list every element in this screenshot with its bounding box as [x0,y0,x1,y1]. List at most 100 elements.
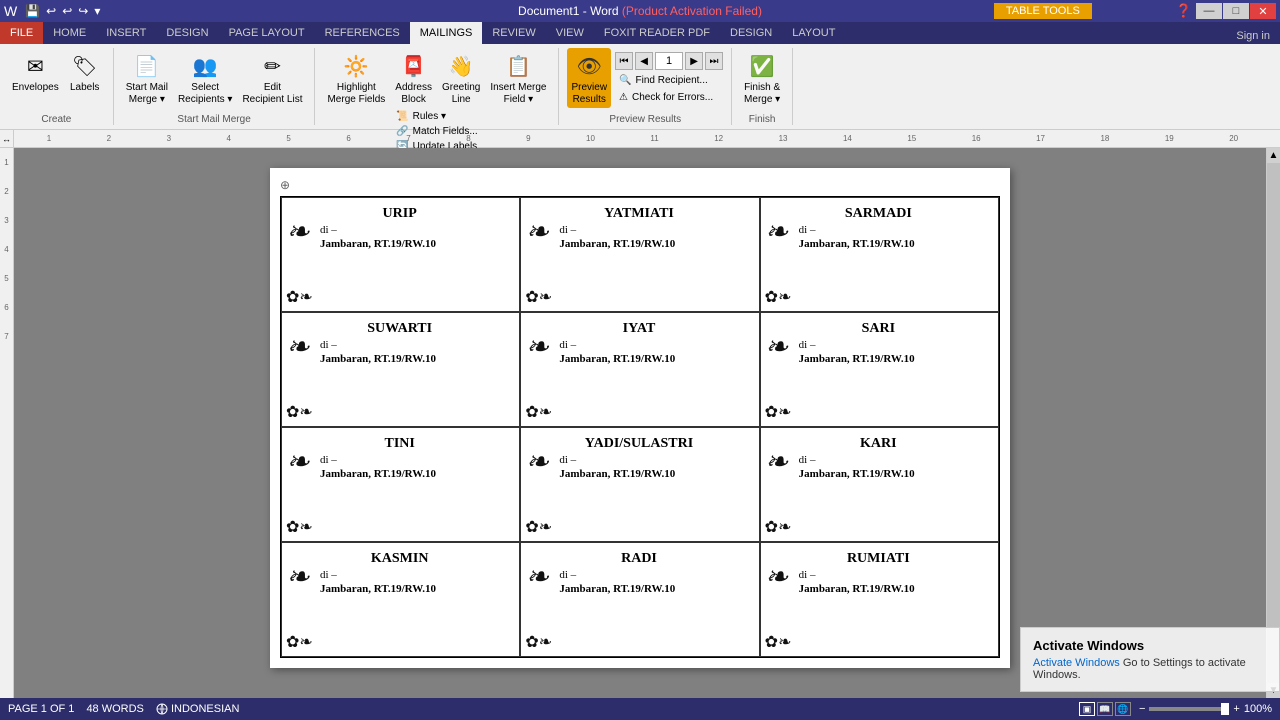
tab-home[interactable]: HOME [43,22,96,44]
view-buttons: ▣ 📖 🌐 [1079,702,1131,716]
finish-merge-button[interactable]: ✅ Finish &Merge ▾ [740,48,784,108]
table-tools-label[interactable]: TABLE TOOLS [994,3,1092,19]
tab-view[interactable]: VIEW [546,22,594,44]
card-address: Jambaran, RT.19/RW.10 [559,468,748,480]
card-floral-bottom: ✿❧ [525,517,552,537]
edit-recipient-list-button[interactable]: ✏ EditRecipient List [238,48,306,108]
resize-handle[interactable]: ⊕ [280,178,1000,192]
insert-merge-field-button[interactable]: 📋 Insert MergeField ▾ [486,48,550,108]
card-floral-top: ❧ [765,333,788,361]
card-di: di – [320,224,509,236]
invitation-card: ❧ RUMIATI di – Jambaran, RT.19/RW.10 ✿❧ [760,542,999,657]
maximize-button[interactable]: □ [1223,3,1249,19]
vertical-ruler: 1234567 [0,148,14,698]
tab-layout[interactable]: LAYOUT [782,22,845,44]
card-address: Jambaran, RT.19/RW.10 [559,583,748,595]
start-merge-label: Start Mail Merge [177,112,250,125]
card-floral-top: ❧ [525,563,548,591]
zoom-controls: − + 100% [1139,703,1272,715]
ribbon-group-write-insert: 🔆 HighlightMerge Fields 📮 AddressBlock 👋… [315,48,559,125]
preview-prev-button[interactable]: ◀ [635,52,653,70]
language-icon [156,703,168,715]
start-mail-merge-button[interactable]: 📄 Start MailMerge ▾ [122,48,172,108]
invitation-card: ❧ SARI di – Jambaran, RT.19/RW.10 ✿❧ [760,312,999,427]
ruler-scrollbar-spacer [1266,130,1280,147]
customize-icon[interactable]: ▾ [92,4,102,18]
print-layout-button[interactable]: ▣ [1079,702,1095,716]
zoom-slider[interactable] [1149,707,1229,711]
card-name: SUWARTI [290,321,509,337]
help-icon[interactable]: ❓ [1176,3,1192,19]
undo-icon[interactable]: ↩ [44,4,58,18]
card-di: di – [559,454,748,466]
highlight-icon: 🔆 [340,50,372,82]
ruler-toggle[interactable]: ↔ [0,130,13,147]
card-floral-top: ❧ [286,563,309,591]
card-name: RUMIATI [769,551,988,567]
preview-first-button[interactable]: ⏮ [615,52,633,70]
address-block-button[interactable]: 📮 AddressBlock [391,48,436,108]
find-recipient-button[interactable]: 🔍 Find Recipient... [615,74,723,87]
invitation-card: ❧ KARI di – Jambaran, RT.19/RW.10 ✿❧ [760,427,999,542]
check-errors-button[interactable]: ⚠ Check for Errors... [615,91,723,104]
card-floral-bottom: ✿❧ [525,632,552,652]
ribbon-group-start-merge: 📄 Start MailMerge ▾ 👥 SelectRecipients ▾… [114,48,316,125]
envelopes-button[interactable]: ✉ Envelopes [8,48,63,96]
create-items: ✉ Envelopes 🏷 Labels [8,48,105,112]
card-di: di – [559,569,748,581]
card-di: di – [799,569,988,581]
tab-mailings[interactable]: MAILINGS [410,22,483,44]
activate-title: Activate Windows [1033,638,1267,653]
invitation-card: ❧ KASMIN di – Jambaran, RT.19/RW.10 ✿❧ [281,542,520,657]
tab-file[interactable]: FILE [0,22,43,44]
tab-insert[interactable]: INSERT [96,22,156,44]
card-name: IYAT [529,321,748,337]
web-layout-button[interactable]: 🌐 [1115,702,1131,716]
card-name: YADI/SULASTRI [529,436,748,452]
card-floral-bottom: ✿❧ [286,517,313,537]
read-mode-button[interactable]: 📖 [1097,702,1113,716]
preview-results-button[interactable]: 👁 PreviewResults [567,48,611,108]
tab-page-layout[interactable]: PAGE LAYOUT [219,22,315,44]
ribbon-group-create: ✉ Envelopes 🏷 Labels Create [0,48,114,125]
tab-references[interactable]: REFERENCES [315,22,410,44]
preview-next-button[interactable]: ▶ [685,52,703,70]
highlight-merge-fields-button[interactable]: 🔆 HighlightMerge Fields [323,48,389,108]
sign-in-button[interactable]: Sign in [1226,28,1280,44]
tab-foxit[interactable]: FOXIT READER PDF [594,22,720,44]
card-name: URIP [290,206,509,222]
zoom-in-button[interactable]: + [1233,703,1239,715]
tab-review[interactable]: REVIEW [482,22,545,44]
scroll-thumb[interactable] [1267,163,1280,683]
preview-nav: ⏮ ◀ ▶ ⏭ [615,52,723,70]
preview-last-button[interactable]: ⏭ [705,52,723,70]
tab-design[interactable]: DESIGN [156,22,218,44]
zoom-out-button[interactable]: − [1139,703,1145,715]
status-bar: PAGE 1 OF 1 48 WORDS INDONESIAN ▣ 📖 🌐 − … [0,698,1280,720]
card-di: di – [320,454,509,466]
start-merge-items: 📄 Start MailMerge ▾ 👥 SelectRecipients ▾… [122,48,307,112]
language: INDONESIAN [156,703,240,715]
ribbon: ✉ Envelopes 🏷 Labels Create 📄 Start Mail… [0,44,1280,130]
ribbon-group-finish: ✅ Finish &Merge ▾ Finish [732,48,793,125]
scroll-up-button[interactable]: ▲ [1267,148,1280,163]
close-button[interactable]: ✕ [1250,3,1276,19]
save-icon[interactable]: 💾 [23,4,42,18]
labels-button[interactable]: 🏷 Labels [65,48,105,96]
preview-number-input[interactable] [655,52,683,70]
greeting-line-button[interactable]: 👋 GreetingLine [438,48,484,108]
select-recipients-button[interactable]: 👥 SelectRecipients ▾ [174,48,237,108]
envelopes-icon: ✉ [19,50,51,82]
tab-design2[interactable]: DESIGN [720,22,782,44]
finish-merge-icon: ✅ [746,50,778,82]
activate-overlay: Activate Windows Activate Windows Go to … [1020,627,1280,692]
zoom-thumb[interactable] [1221,703,1229,715]
card-floral-bottom: ✿❧ [765,287,792,307]
minimize-button[interactable]: — [1196,3,1222,19]
right-scrollbar[interactable]: ▲ ▼ [1266,148,1280,698]
rules-button[interactable]: 📜 Rules ▾ [392,110,481,123]
undo2-icon[interactable]: ↩ [60,4,74,18]
redo-icon[interactable]: ↪ [76,4,90,18]
document-area[interactable]: ⊕ ❧ URIP di – Jambaran, RT.19/RW.10 ✿❧ ❧… [14,148,1266,698]
card-address: Jambaran, RT.19/RW.10 [799,468,988,480]
